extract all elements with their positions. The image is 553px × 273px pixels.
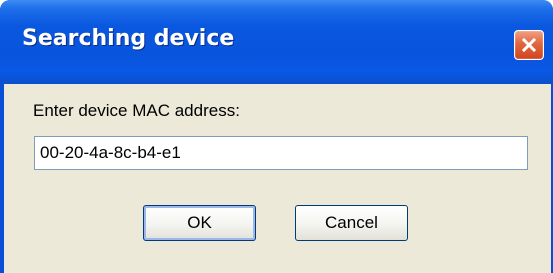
mac-address-input[interactable] <box>34 136 528 170</box>
mac-address-label: Enter device MAC address: <box>33 101 240 120</box>
dialog-window: Searching device Enter device MAC addres… <box>0 0 553 273</box>
ok-button[interactable]: OK <box>143 205 256 241</box>
title-bar[interactable]: Searching device <box>0 0 553 84</box>
close-button[interactable] <box>514 30 544 60</box>
dialog-body: Enter device MAC address: OK Cancel <box>4 84 551 273</box>
close-icon <box>521 37 537 53</box>
cancel-button[interactable]: Cancel <box>295 205 408 241</box>
dialog-title: Searching device <box>22 26 235 51</box>
